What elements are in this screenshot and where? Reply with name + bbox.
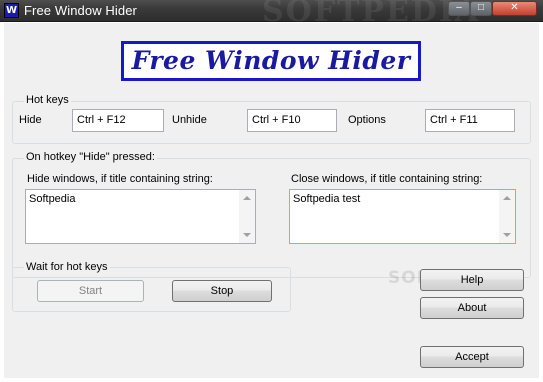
help-button[interactable]: Help — [420, 269, 524, 291]
close-windows-scrollbar[interactable] — [499, 190, 515, 243]
hide-label: Hide — [19, 114, 42, 126]
close-windows-label: Close windows, if title containing strin… — [291, 173, 483, 185]
minimize-button[interactable]: – — [448, 1, 470, 16]
scroll-down-icon[interactable] — [243, 233, 251, 237]
unhide-label: Unhide — [172, 114, 207, 126]
wait-group-label: Wait for hot keys — [24, 261, 110, 273]
hide-windows-scrollbar[interactable] — [239, 190, 255, 243]
hide-windows-label: Hide windows, if title containing string… — [27, 173, 213, 185]
hide-windows-textarea[interactable]: Softpedia — [25, 189, 256, 244]
window-title: Free Window Hider — [24, 3, 137, 18]
app-icon[interactable]: W — [4, 3, 19, 18]
logo-text: Free Window Hider — [131, 46, 411, 75]
close-button[interactable]: ✕ — [492, 1, 537, 16]
close-windows-value: Softpedia test — [293, 193, 361, 205]
close-windows-textarea[interactable]: Softpedia test — [289, 189, 516, 244]
scroll-up-icon[interactable] — [503, 196, 511, 200]
scroll-down-icon[interactable] — [503, 233, 511, 237]
start-button[interactable]: Start — [37, 280, 144, 302]
on-hide-group-label: On hotkey "Hide" pressed: — [24, 151, 157, 163]
about-button[interactable]: About — [420, 297, 524, 319]
options-hotkey-field[interactable]: Ctrl + F11 — [425, 109, 515, 132]
maximize-button[interactable]: □ — [470, 1, 492, 16]
scroll-up-icon[interactable] — [243, 196, 251, 200]
client-area: Free Window Hider Hot keys Hide Ctrl + F… — [4, 23, 539, 378]
options-label: Options — [348, 114, 386, 126]
accept-button[interactable]: Accept — [420, 346, 524, 368]
hide-hotkey-field[interactable]: Ctrl + F12 — [72, 109, 164, 132]
logo-banner: Free Window Hider — [121, 41, 421, 81]
unhide-hotkey-field[interactable]: Ctrl + F10 — [247, 109, 337, 132]
stop-button[interactable]: Stop — [172, 280, 272, 302]
hotkeys-group-label: Hot keys — [24, 94, 71, 106]
hide-windows-value: Softpedia — [29, 193, 76, 205]
title-bar: SOFTPEDIA W Free Window Hider – □ ✕ — [0, 0, 543, 29]
